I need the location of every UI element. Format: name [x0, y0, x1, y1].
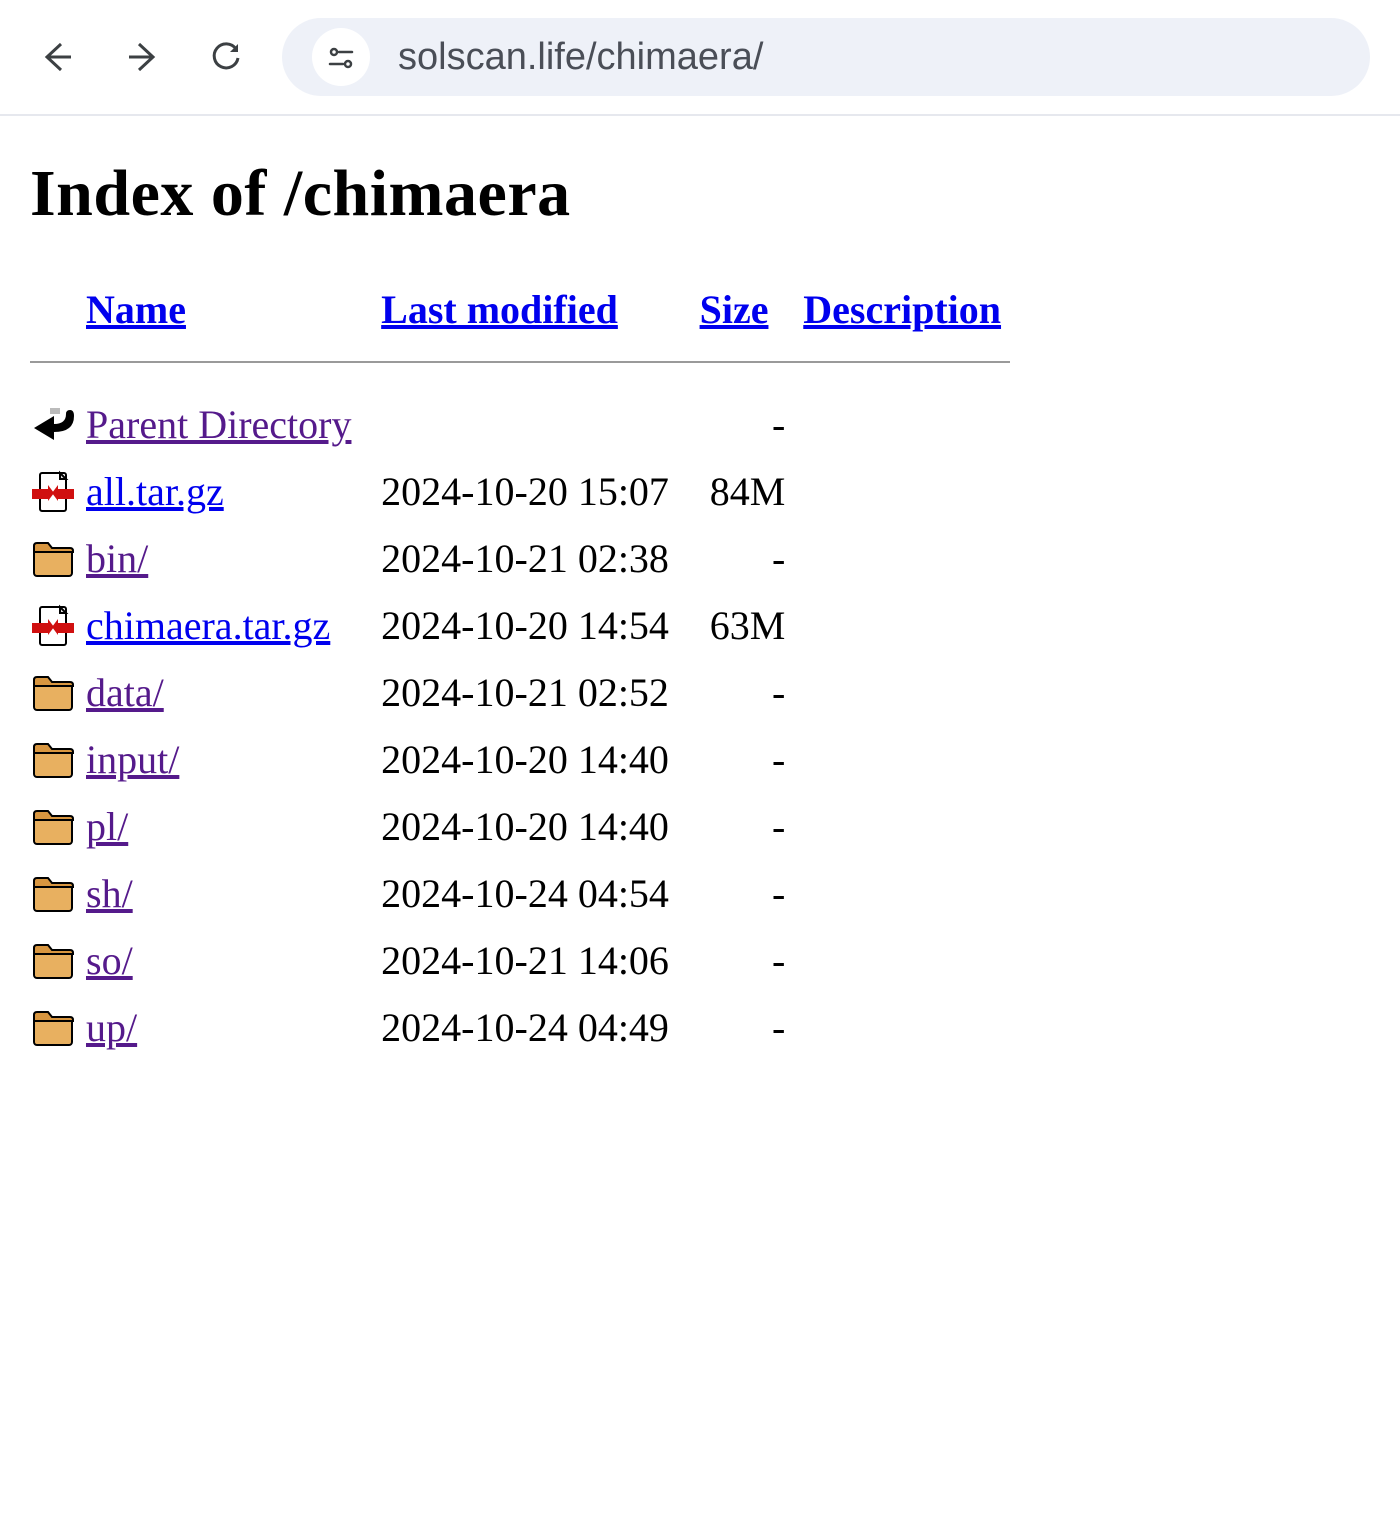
- table-row: Parent Directory -: [30, 391, 1028, 458]
- back-button[interactable]: [30, 29, 86, 85]
- table-row: input/2024-10-20 14:40-: [30, 726, 1028, 793]
- entry-description: [803, 927, 1028, 994]
- table-row: bin/2024-10-21 02:38-: [30, 525, 1028, 592]
- entry-description: [803, 726, 1028, 793]
- col-modified: Last modified: [381, 280, 699, 345]
- table-row: data/2024-10-21 02:52-: [30, 659, 1028, 726]
- entry-size: 84M: [700, 458, 804, 525]
- folder-icon: [30, 536, 76, 582]
- entry-modified: 2024-10-21 14:06: [381, 927, 699, 994]
- archive-icon: [30, 603, 76, 649]
- address-bar[interactable]: solscan.life/chimaera/: [282, 18, 1370, 96]
- folder-icon-cell: [30, 927, 86, 994]
- entry-link[interactable]: sh/: [86, 871, 133, 916]
- page-title: Index of /chimaera: [30, 156, 1370, 232]
- archive-icon: [30, 469, 76, 515]
- col-description: Description: [803, 280, 1028, 345]
- back-icon-cell: [30, 391, 86, 458]
- entry-modified: 2024-10-24 04:49: [381, 994, 699, 1061]
- reload-icon: [209, 40, 243, 74]
- folder-icon-cell: [30, 994, 86, 1061]
- entry-link[interactable]: bin/: [86, 536, 148, 581]
- arrow-left-icon: [41, 40, 75, 74]
- entry-size: -: [700, 726, 804, 793]
- entry-link[interactable]: input/: [86, 737, 179, 782]
- folder-icon: [30, 1005, 76, 1051]
- entry-size: -: [700, 525, 804, 592]
- site-settings-button[interactable]: [312, 28, 370, 86]
- directory-listing: Name Last modified Size Description Pare…: [30, 280, 1028, 1061]
- entry-link[interactable]: all.tar.gz: [86, 469, 224, 514]
- entry-link[interactable]: so/: [86, 938, 133, 983]
- arrow-right-icon: [125, 40, 159, 74]
- entry-size: -: [700, 860, 804, 927]
- entry-size: -: [700, 994, 804, 1061]
- entry-link[interactable]: up/: [86, 1005, 137, 1050]
- reload-button[interactable]: [198, 29, 254, 85]
- table-row: chimaera.tar.gz 2024-10-20 14:5463M: [30, 592, 1028, 659]
- col-size: Size: [700, 280, 804, 345]
- table-row: all.tar.gz 2024-10-20 15:0784M: [30, 458, 1028, 525]
- entry-description: [803, 860, 1028, 927]
- header-row: Name Last modified Size Description: [30, 280, 1028, 345]
- table-row: up/2024-10-24 04:49-: [30, 994, 1028, 1061]
- sort-name-link[interactable]: Name: [86, 287, 186, 332]
- table-row: pl/2024-10-20 14:40-: [30, 793, 1028, 860]
- page-body: Index of /chimaera Name Last modified Si…: [0, 116, 1400, 1101]
- folder-icon: [30, 804, 76, 850]
- entry-description: [803, 391, 1028, 458]
- entry-size: -: [700, 793, 804, 860]
- entry-description: [803, 994, 1028, 1061]
- entry-description: [803, 458, 1028, 525]
- folder-icon-cell: [30, 793, 86, 860]
- back-icon: [30, 402, 76, 448]
- entry-description: [803, 659, 1028, 726]
- table-row: sh/2024-10-24 04:54-: [30, 860, 1028, 927]
- folder-icon-cell: [30, 525, 86, 592]
- entry-link[interactable]: pl/: [86, 804, 128, 849]
- entry-link[interactable]: chimaera.tar.gz: [86, 603, 330, 648]
- entry-modified: 2024-10-21 02:52: [381, 659, 699, 726]
- entry-size: -: [700, 391, 804, 458]
- archive-icon-cell: [30, 592, 86, 659]
- sort-size-link[interactable]: Size: [700, 287, 769, 332]
- entry-description: [803, 793, 1028, 860]
- col-name: Name: [86, 280, 381, 345]
- entry-link[interactable]: data/: [86, 670, 164, 715]
- entry-modified: 2024-10-20 15:07: [381, 458, 699, 525]
- sort-modified-link[interactable]: Last modified: [381, 287, 618, 332]
- table-row: so/2024-10-21 14:06-: [30, 927, 1028, 994]
- folder-icon: [30, 938, 76, 984]
- entry-link[interactable]: Parent Directory: [86, 402, 351, 447]
- folder-icon-cell: [30, 726, 86, 793]
- url-text: solscan.life/chimaera/: [398, 36, 763, 79]
- entry-size: 63M: [700, 592, 804, 659]
- archive-icon-cell: [30, 458, 86, 525]
- sort-description-link[interactable]: Description: [803, 287, 1001, 332]
- entry-modified: 2024-10-21 02:38: [381, 525, 699, 592]
- folder-icon-cell: [30, 659, 86, 726]
- tune-icon: [326, 42, 356, 72]
- browser-toolbar: solscan.life/chimaera/: [0, 0, 1400, 116]
- folder-icon: [30, 670, 76, 716]
- forward-button[interactable]: [114, 29, 170, 85]
- entry-modified: 2024-10-24 04:54: [381, 860, 699, 927]
- entry-description: [803, 525, 1028, 592]
- folder-icon: [30, 871, 76, 917]
- entry-modified: [381, 391, 699, 458]
- header-separator: [30, 361, 1010, 363]
- entry-modified: 2024-10-20 14:54: [381, 592, 699, 659]
- entry-modified: 2024-10-20 14:40: [381, 726, 699, 793]
- folder-icon: [30, 737, 76, 783]
- entry-description: [803, 592, 1028, 659]
- entry-size: -: [700, 659, 804, 726]
- folder-icon-cell: [30, 860, 86, 927]
- entry-modified: 2024-10-20 14:40: [381, 793, 699, 860]
- entry-size: -: [700, 927, 804, 994]
